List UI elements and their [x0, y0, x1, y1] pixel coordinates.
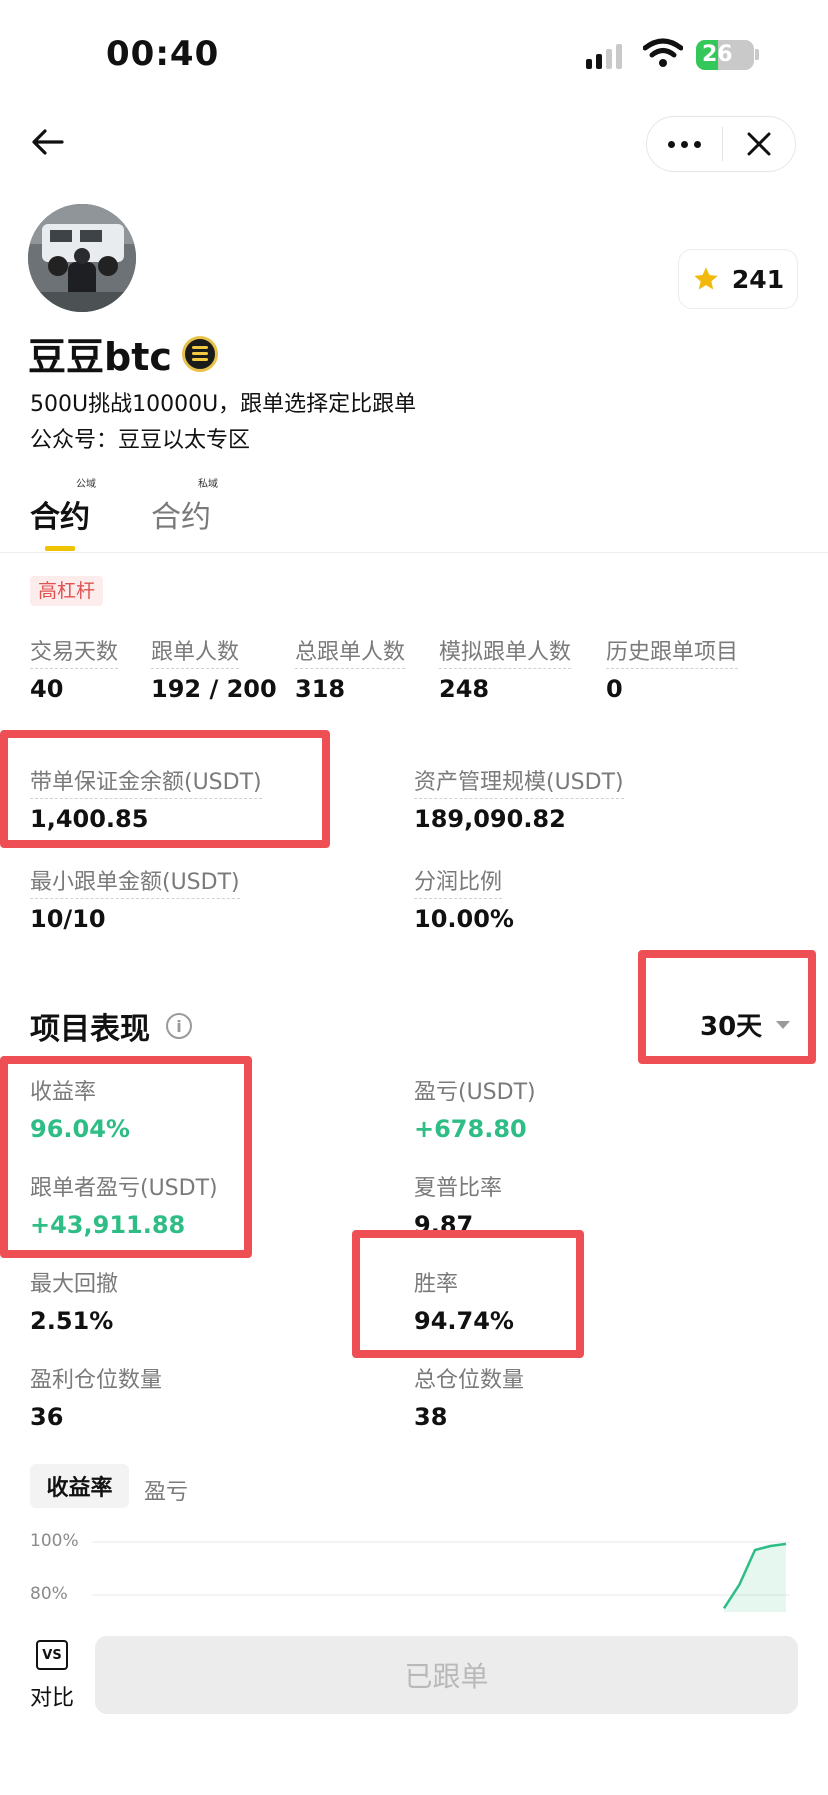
tabs-divider	[0, 552, 828, 553]
mini-program-capsule	[646, 116, 796, 172]
active-tab-indicator	[45, 546, 75, 551]
trader-name-row: 豆豆btc	[28, 326, 218, 381]
stat-value-trading-days: 40	[30, 675, 64, 703]
perf-value-profitable-positions: 36	[30, 1403, 64, 1431]
stat-label-copiers[interactable]: 跟单人数	[151, 634, 240, 669]
performance-title-row: 项目表现 i	[30, 1004, 192, 1048]
battery-tip	[755, 49, 759, 60]
trader-name: 豆豆btc	[28, 335, 172, 379]
stat-value-history-projects: 0	[606, 675, 623, 703]
chart-area-fill	[724, 1543, 786, 1612]
perf-value-pnl: +678.80	[414, 1115, 527, 1143]
perf-label-pnl: 盈亏(USDT)	[414, 1080, 536, 1105]
stat-label-sim-copiers[interactable]: 模拟跟单人数	[439, 634, 572, 669]
stat-value-total-copiers: 318	[295, 675, 346, 703]
compare-vs-icon[interactable]: VS	[36, 1640, 68, 1670]
perf-label-max-drawdown: 最大回撤	[30, 1272, 119, 1297]
perf-value-total-positions: 38	[414, 1403, 448, 1431]
stat-label-history-projects[interactable]: 历史跟单项目	[606, 634, 739, 669]
fund-value-profit-share: 10.00%	[414, 905, 514, 933]
fund-label-aum[interactable]: 资产管理规模(USDT)	[414, 764, 624, 799]
info-icon[interactable]: i	[166, 1013, 192, 1039]
highlight-box-roi	[0, 1056, 252, 1258]
more-dots-icon[interactable]	[647, 140, 722, 148]
high-leverage-tag: 高杠杆	[30, 576, 104, 606]
bio-line-2: 公众号：豆豆以太专区	[30, 428, 251, 453]
stat-value-sim-copiers: 248	[439, 675, 490, 703]
status-time: 00:40	[106, 34, 220, 74]
followed-button[interactable]: 已跟单	[95, 1636, 798, 1714]
compare-label[interactable]: 对比	[30, 1680, 74, 1712]
chart-tab-roi[interactable]: 收益率	[30, 1464, 129, 1508]
highlight-box-margin-balance	[0, 730, 330, 848]
cellular-signal-icon	[586, 44, 622, 69]
highlight-box-period	[638, 950, 816, 1064]
fund-value-aum: 189,090.82	[414, 805, 566, 833]
perf-label-sharpe: 夏普比率	[414, 1176, 503, 1201]
wifi-icon	[642, 38, 684, 72]
stat-label-trading-days[interactable]: 交易天数	[30, 634, 119, 669]
tab-contract-public[interactable]: 合约	[30, 492, 90, 536]
back-arrow-icon[interactable]	[30, 124, 66, 160]
performance-title: 项目表现	[30, 1012, 150, 1047]
favorite-button[interactable]: 241	[678, 249, 798, 309]
fund-value-min-copy-amount: 10/10	[30, 905, 106, 933]
fund-label-min-copy-amount[interactable]: 最小跟单金额(USDT)	[30, 864, 240, 899]
stat-label-total-copiers[interactable]: 总跟单人数	[295, 634, 406, 669]
trader-level-badge-icon	[181, 335, 218, 372]
tab-contract-private[interactable]: 合约	[151, 492, 211, 536]
close-icon[interactable]	[723, 131, 795, 157]
avatar[interactable]	[28, 204, 136, 312]
highlight-box-win-rate	[352, 1230, 584, 1358]
tab-public-superscript: 公域	[76, 479, 96, 490]
star-icon	[694, 267, 718, 290]
battery-icon: 26	[696, 40, 754, 70]
favorite-count: 241	[731, 264, 785, 294]
perf-label-profitable-positions: 盈利仓位数量	[30, 1368, 163, 1393]
perf-value-max-drawdown: 2.51%	[30, 1307, 114, 1335]
fund-label-profit-share[interactable]: 分润比例	[414, 864, 503, 899]
perf-label-total-positions: 总仓位数量	[414, 1368, 525, 1393]
battery-level: 26	[702, 42, 733, 67]
chart-tab-pnl[interactable]: 盈亏	[144, 1474, 188, 1506]
roi-chart	[92, 1541, 790, 1612]
tab-private-superscript: 私域	[198, 479, 218, 490]
bio-line-1: 500U挑战10000U，跟单选择定比跟单	[30, 392, 417, 417]
stat-value-copiers: 192 / 200	[151, 675, 277, 703]
